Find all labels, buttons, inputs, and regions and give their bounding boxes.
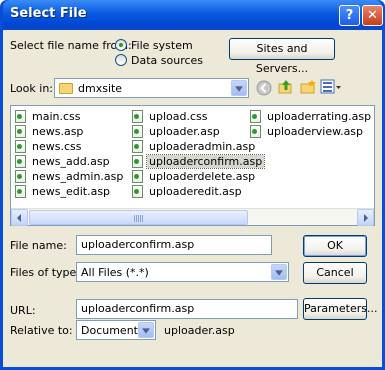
radio-data-sources[interactable]: [115, 54, 127, 66]
scroll-right-icon[interactable]: [357, 209, 374, 226]
relative-to-label: Relative to:: [10, 324, 73, 337]
radio-file-system[interactable]: [115, 39, 127, 51]
help-button[interactable]: ?: [339, 5, 360, 26]
asp-file-icon: [132, 170, 143, 183]
file-item[interactable]: news.css: [15, 139, 83, 154]
asp-file-icon: [15, 110, 26, 123]
title-bar[interactable]: Select File ? ✕: [3, 0, 383, 30]
file-item[interactable]: main.css: [15, 109, 83, 124]
asp-file-icon: [132, 125, 143, 138]
asp-file-icon: [15, 155, 26, 168]
file-name-label: File name:: [10, 239, 67, 252]
parameters-button[interactable]: Parameters...: [303, 298, 377, 320]
look-in-label: Look in:: [10, 82, 53, 95]
close-button[interactable]: ✕: [362, 5, 383, 26]
asp-file-icon: [15, 140, 26, 153]
file-type-label: Files of type:: [10, 266, 81, 279]
relative-to-dropdown[interactable]: Document: [76, 320, 156, 340]
asp-file-icon: [250, 125, 261, 138]
file-type-dropdown[interactable]: All Files (*.*): [76, 262, 289, 282]
new-folder-icon[interactable]: [299, 78, 317, 96]
file-item[interactable]: uploaderdelete.asp: [132, 169, 257, 184]
asp-file-icon: [250, 110, 261, 123]
chevron-down-icon[interactable]: [231, 80, 247, 96]
file-item[interactable]: uploaderedit.asp: [132, 184, 244, 199]
asp-file-icon: [15, 125, 26, 138]
radio-data-sources-label[interactable]: Data sources: [131, 54, 203, 67]
cancel-button[interactable]: Cancel: [303, 262, 367, 284]
chevron-down-icon[interactable]: [138, 322, 154, 338]
ok-button[interactable]: OK: [303, 235, 367, 257]
file-item[interactable]: uploaderrating.asp: [250, 109, 373, 124]
file-item[interactable]: news.asp: [15, 124, 85, 139]
look-in-value: dmxsite: [78, 82, 123, 95]
chevron-down-icon[interactable]: [271, 264, 287, 280]
select-file-dialog: Select File ? ✕ Select file name from: F…: [0, 0, 385, 370]
asp-file-icon: [132, 155, 143, 168]
asp-file-icon: [15, 185, 26, 198]
scroll-thumb[interactable]: [29, 210, 248, 225]
file-item[interactable]: news_add.asp: [15, 154, 112, 169]
asp-file-icon: [132, 185, 143, 198]
view-menu-icon[interactable]: [320, 78, 342, 96]
dialog-title: Select File: [10, 6, 87, 21]
file-list[interactable]: main.css news.asp news.css news_add.asp …: [10, 105, 375, 226]
file-item[interactable]: uploaderadmin.asp: [132, 139, 257, 154]
relative-to-value: Document: [81, 324, 138, 337]
relative-path: uploader.asp: [164, 324, 235, 337]
grip-icon: [134, 215, 143, 222]
file-type-value: All Files (*.*): [81, 266, 149, 279]
horizontal-scrollbar[interactable]: [11, 208, 374, 226]
dialog-body: Select file name from: File system Data …: [3, 30, 382, 367]
scroll-left-icon[interactable]: [11, 209, 28, 226]
back-icon[interactable]: [255, 79, 273, 97]
radio-file-system-label[interactable]: File system: [131, 39, 193, 52]
url-input[interactable]: uploaderconfirm.asp: [76, 299, 298, 319]
asp-file-icon: [132, 140, 143, 153]
file-name-input[interactable]: uploaderconfirm.asp: [76, 235, 272, 255]
file-item[interactable]: uploaderview.asp: [250, 124, 365, 139]
file-item[interactable]: uploader.asp: [132, 124, 222, 139]
sites-and-servers-button[interactable]: Sites and Servers...: [229, 38, 335, 75]
url-label: URL:: [10, 304, 36, 317]
file-item[interactable]: news_edit.asp: [15, 184, 112, 199]
asp-file-icon: [132, 110, 143, 123]
look-in-dropdown[interactable]: dmxsite: [54, 78, 249, 98]
folder-icon: [59, 83, 73, 94]
file-item-selected[interactable]: uploaderconfirm.asp: [132, 154, 266, 169]
file-item[interactable]: news_admin.asp: [15, 169, 125, 184]
asp-file-icon: [15, 170, 26, 183]
up-folder-icon[interactable]: [277, 78, 295, 96]
file-item[interactable]: upload.css: [132, 109, 209, 124]
select-from-label: Select file name from:: [10, 39, 132, 52]
